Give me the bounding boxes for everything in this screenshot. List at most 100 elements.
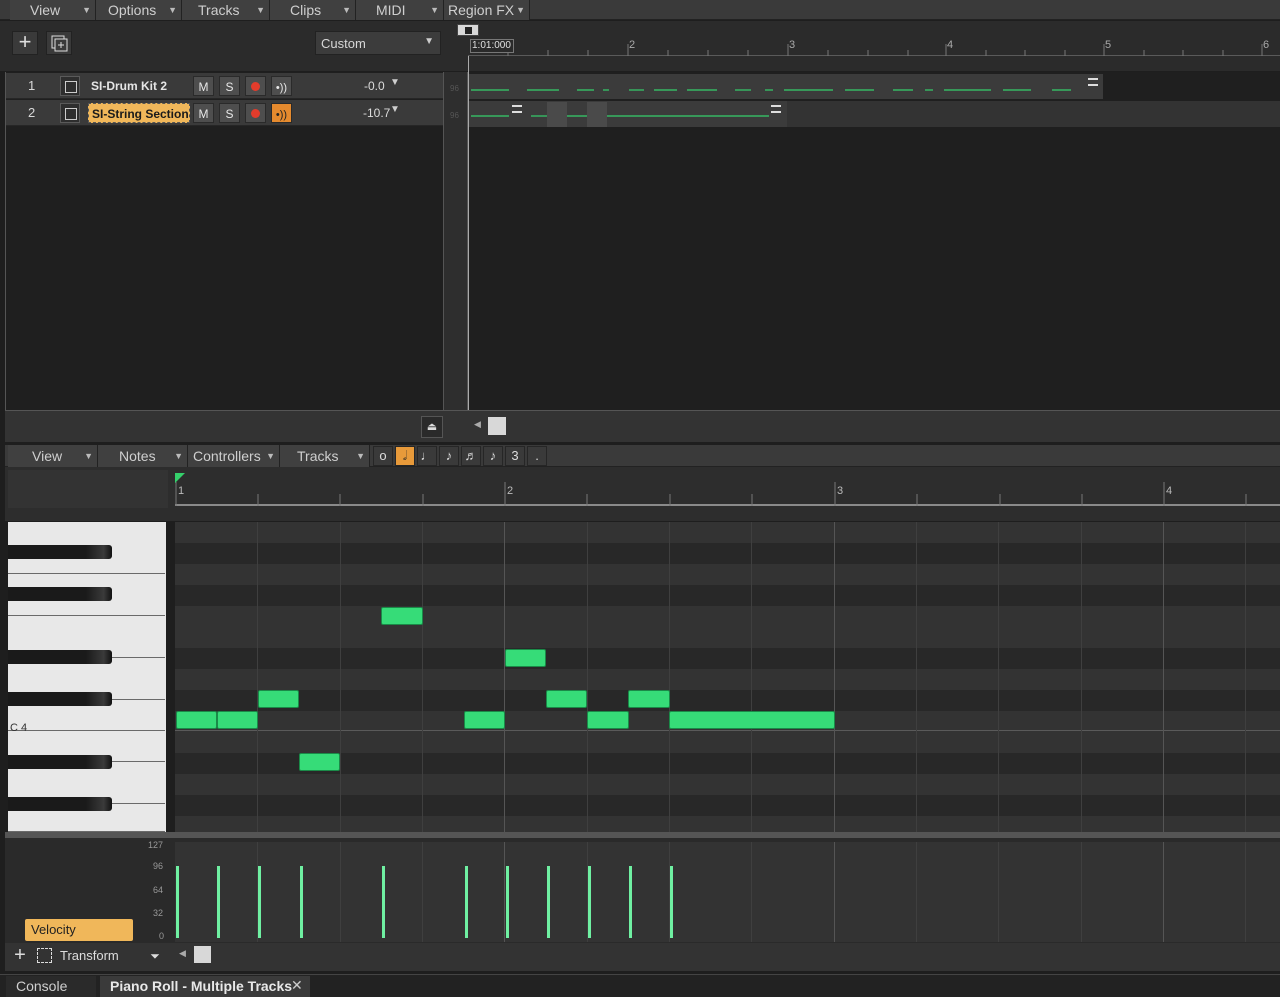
clip-start-marker-icon bbox=[512, 105, 522, 113]
beat-line bbox=[751, 842, 752, 942]
transform-button[interactable]: Transform bbox=[35, 946, 129, 966]
midi-note[interactable] bbox=[464, 711, 505, 729]
midi-note[interactable] bbox=[505, 649, 546, 667]
midi-note[interactable] bbox=[381, 607, 423, 625]
beat-line bbox=[1081, 522, 1082, 832]
track-name[interactable]: SI-String Section bbox=[88, 103, 190, 123]
black-key[interactable] bbox=[8, 545, 112, 559]
piano-keyboard[interactable]: C 4 bbox=[8, 522, 166, 832]
spin-arrows-icon[interactable]: ▼ bbox=[390, 104, 400, 115]
pr-ruler-marker: 1 bbox=[178, 485, 185, 497]
half-note-button[interactable]: 𝅗𝅥 bbox=[395, 446, 415, 466]
midi-note[interactable] bbox=[546, 690, 587, 708]
triplet-button[interactable]: 3 bbox=[505, 446, 525, 466]
black-key[interactable] bbox=[8, 797, 112, 811]
whole-note-button[interactable]: o bbox=[373, 446, 393, 466]
pr-playhead-flag[interactable] bbox=[175, 473, 185, 483]
solo-button[interactable]: S bbox=[219, 103, 240, 123]
pr-menu-tracks[interactable]: Tracks ▼ bbox=[280, 445, 370, 467]
midi-note[interactable] bbox=[217, 711, 258, 729]
horizontal-scroll-thumb[interactable] bbox=[194, 946, 211, 963]
track-icon[interactable] bbox=[60, 103, 80, 123]
track-volume[interactable]: -10.7 bbox=[363, 106, 390, 120]
menu-region-fx[interactable]: Region FX ▼ bbox=[444, 0, 530, 20]
tab-piano-roll[interactable]: Piano Roll - Multiple Tracks bbox=[100, 976, 310, 997]
timeline-ruler[interactable]: 2 3 4 5 6 bbox=[468, 36, 1280, 56]
horizontal-scroll-thumb[interactable] bbox=[488, 417, 506, 435]
velocity-bar[interactable] bbox=[382, 866, 385, 938]
velocity-bar[interactable] bbox=[588, 866, 591, 938]
beat-line bbox=[587, 522, 588, 832]
sixteenth-note-button[interactable]: ♬ bbox=[461, 446, 481, 466]
mute-button[interactable]: M bbox=[193, 103, 214, 123]
velocity-bar[interactable] bbox=[506, 866, 509, 938]
note-grid[interactable] bbox=[175, 522, 1280, 832]
pr-menu-controllers[interactable]: Controllers ▼ bbox=[188, 445, 280, 467]
velocity-bar[interactable] bbox=[258, 866, 261, 938]
menu-options[interactable]: Options ▼ bbox=[96, 0, 182, 20]
record-arm-button[interactable] bbox=[245, 76, 266, 96]
scroll-left-icon[interactable]: ◀ bbox=[179, 948, 186, 959]
duplicate-track-button[interactable] bbox=[46, 31, 72, 55]
pr-ruler-ticks bbox=[175, 482, 1247, 506]
velocity-bar[interactable] bbox=[629, 866, 632, 938]
add-track-button[interactable]: + bbox=[12, 31, 38, 55]
scroll-left-icon[interactable]: ◀ bbox=[474, 419, 481, 430]
black-key[interactable] bbox=[8, 587, 112, 601]
splitter[interactable] bbox=[443, 72, 468, 410]
mute-button[interactable]: M bbox=[193, 76, 214, 96]
playhead-handle[interactable] bbox=[457, 24, 479, 36]
velocity-bar[interactable] bbox=[465, 866, 468, 938]
spin-arrows-icon[interactable]: ▼ bbox=[390, 77, 400, 88]
pr-menu-view[interactable]: View ▼ bbox=[8, 445, 98, 467]
input-echo-button[interactable]: •)) bbox=[271, 103, 292, 123]
midi-note[interactable] bbox=[628, 690, 670, 708]
velocity-bar[interactable] bbox=[547, 866, 550, 938]
black-key[interactable] bbox=[8, 755, 112, 769]
beat-line bbox=[751, 522, 752, 832]
add-controller-button[interactable]: + bbox=[10, 945, 30, 966]
midi-note[interactable] bbox=[258, 690, 299, 708]
menu-clips[interactable]: Clips ▼ bbox=[270, 0, 356, 20]
filter-dropdown-button[interactable]: ⏷ bbox=[145, 946, 165, 966]
menu-tracks[interactable]: Tracks ▼ bbox=[182, 0, 270, 20]
velocity-grid[interactable] bbox=[175, 842, 1280, 942]
menu-midi[interactable]: MIDI ▼ bbox=[356, 0, 444, 20]
midi-note[interactable] bbox=[669, 711, 835, 729]
track-row-2[interactable]: 2 SI-String Section M S •)) -10.7 ▼ bbox=[6, 100, 443, 126]
tab-piano-roll-label: Piano Roll - Multiple Tracks bbox=[110, 978, 293, 994]
menu-view[interactable]: View ▼ bbox=[10, 0, 96, 20]
chevron-down-icon: ▼ bbox=[174, 451, 183, 461]
midi-note[interactable] bbox=[176, 711, 217, 729]
black-key[interactable] bbox=[8, 692, 112, 706]
eighth-note-button[interactable]: ♪ bbox=[439, 446, 459, 466]
input-echo-button[interactable]: •)) bbox=[271, 76, 292, 96]
pr-menu-notes[interactable]: Notes ▼ bbox=[98, 445, 188, 467]
chevron-down-icon: ▼ bbox=[430, 5, 439, 15]
preset-dropdown[interactable]: Custom ▼ bbox=[315, 31, 441, 55]
expand-button[interactable]: ⏏ bbox=[421, 416, 443, 438]
solo-button[interactable]: S bbox=[219, 76, 240, 96]
velocity-bar[interactable] bbox=[176, 866, 179, 938]
black-key[interactable] bbox=[8, 650, 112, 664]
midi-note[interactable] bbox=[299, 753, 340, 771]
velocity-bar[interactable] bbox=[300, 866, 303, 938]
track-name[interactable]: SI-Drum Kit 2 bbox=[88, 76, 190, 96]
midi-note[interactable] bbox=[587, 711, 629, 729]
track-icon[interactable] bbox=[60, 76, 80, 96]
pr-ruler-marker: 2 bbox=[507, 485, 514, 497]
record-arm-button[interactable] bbox=[245, 103, 266, 123]
quarter-note-button[interactable]: ♩ bbox=[417, 446, 437, 466]
velocity-axis-label: 64 bbox=[153, 885, 164, 895]
velocity-controller-tab[interactable]: Velocity bbox=[25, 919, 133, 941]
velocity-bar[interactable] bbox=[670, 866, 673, 938]
track-row-1[interactable]: 1 SI-Drum Kit 2 M S •)) -0.0 ▼ bbox=[6, 73, 443, 99]
velocity-bar[interactable] bbox=[217, 866, 220, 938]
track-volume[interactable]: -0.0 bbox=[364, 79, 385, 93]
close-icon[interactable]: ✕ bbox=[291, 977, 303, 994]
beat-line bbox=[422, 842, 423, 942]
pr-ruler[interactable]: 1 2 3 4 bbox=[175, 476, 1280, 506]
tab-console[interactable]: Console bbox=[6, 976, 96, 997]
thirtysecond-note-button[interactable]: ♪ bbox=[483, 446, 503, 466]
dotted-button[interactable]: . bbox=[527, 446, 547, 466]
